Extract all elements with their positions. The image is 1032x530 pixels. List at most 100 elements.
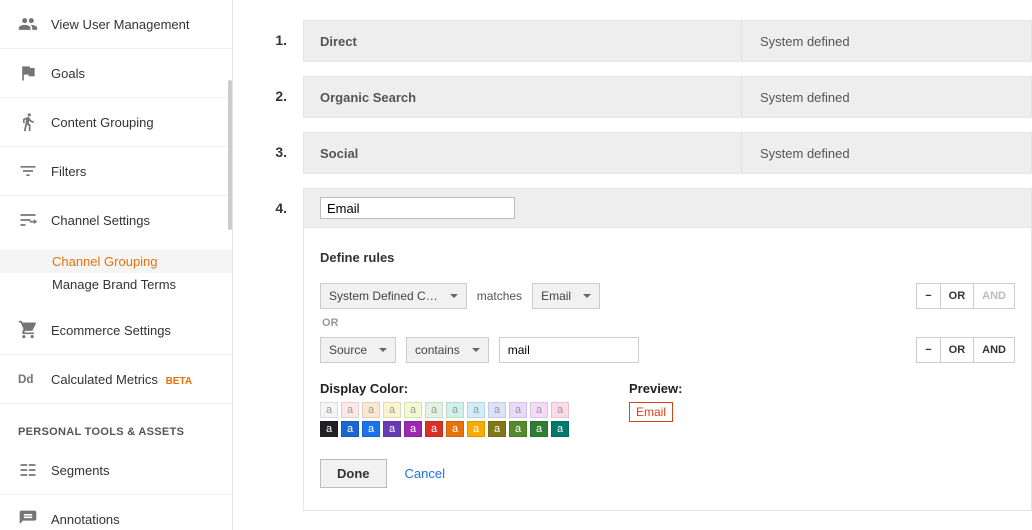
channel-bar[interactable]: Social System defined [303, 132, 1032, 174]
sidebar-scrollbar[interactable] [228, 80, 232, 230]
nav-annotations[interactable]: Annotations [0, 495, 232, 530]
nav-label: Channel Settings [51, 213, 214, 228]
cart-icon [18, 320, 38, 340]
color-swatch[interactable]: a [551, 421, 569, 437]
nav-filters[interactable]: Filters [0, 147, 232, 196]
rule2-match-dropdown[interactable]: contains [406, 337, 489, 363]
channel-row-3: 3. Social System defined [263, 132, 1032, 174]
color-swatch[interactable]: a [488, 402, 506, 418]
rule2-ops: − OR AND [916, 337, 1015, 363]
flag-icon [18, 63, 38, 83]
dd-label: contains [415, 343, 460, 357]
rule2-dimension-dropdown[interactable]: Source [320, 337, 396, 363]
nav-segments[interactable]: Segments [0, 446, 232, 495]
preview-block: Preview: Email [629, 381, 682, 437]
rule-line-2: Source contains − OR AND [320, 337, 1015, 363]
channel-name: Organic Search [304, 90, 741, 105]
nav-label: Ecommerce Settings [51, 323, 214, 338]
main-content: 1. Direct System defined 2. Organic Sear… [233, 0, 1032, 530]
color-swatch[interactable]: a [467, 421, 485, 437]
color-swatch[interactable]: a [362, 421, 380, 437]
channel-number: 2. [263, 76, 303, 118]
person-run-icon [18, 112, 38, 132]
nav-content-grouping[interactable]: Content Grouping [0, 98, 232, 147]
svg-text:Dd: Dd [18, 373, 34, 386]
color-swatch[interactable]: a [425, 402, 443, 418]
channel-bar [303, 188, 1032, 228]
display-color-label: Display Color: [320, 381, 569, 396]
channel-type: System defined [741, 133, 1031, 173]
segments-icon [18, 460, 38, 480]
rule1-value-dropdown[interactable]: Email [532, 283, 600, 309]
sidebar: View User Management Goals Content Group… [0, 0, 233, 530]
rule-or-button[interactable]: OR [941, 338, 975, 362]
filter-icon [18, 161, 38, 181]
nav-label: View User Management [51, 17, 214, 32]
color-swatch[interactable]: a [530, 402, 548, 418]
rule-or-button[interactable]: OR [941, 284, 975, 308]
color-swatch[interactable]: a [530, 421, 548, 437]
done-button[interactable]: Done [320, 459, 387, 488]
color-swatch[interactable]: a [551, 402, 569, 418]
color-swatch[interactable]: a [404, 402, 422, 418]
channel-row-4: 4. [263, 188, 1032, 228]
nav-label: Filters [51, 164, 214, 179]
channel-bar[interactable]: Organic Search System defined [303, 76, 1032, 118]
rule-line-1: System Defined C… matches Email − OR AND [320, 283, 1015, 309]
dd-icon: Dd [18, 369, 38, 389]
beta-badge: BETA [166, 376, 192, 387]
color-swatch[interactable]: a [509, 402, 527, 418]
preview-label: Preview: [629, 381, 682, 396]
rule-remove-button[interactable]: − [917, 284, 940, 308]
nav-label-text: Calculated Metrics [51, 372, 158, 387]
nav-label: Content Grouping [51, 115, 214, 130]
channel-type: System defined [741, 21, 1031, 61]
channel-editor: Define rules System Defined C… matches E… [303, 228, 1032, 511]
editor-heading: Define rules [320, 250, 1015, 265]
color-swatch[interactable]: a [446, 402, 464, 418]
color-swatch[interactable]: a [509, 421, 527, 437]
chevron-down-icon [450, 294, 458, 298]
rule2-value-input[interactable] [499, 337, 639, 363]
rule1-ops: − OR AND [916, 283, 1015, 309]
chevron-down-icon [379, 348, 387, 352]
nav-channel-settings[interactable]: Channel Settings [0, 196, 232, 244]
color-swatch[interactable]: a [362, 402, 380, 418]
nav-goals[interactable]: Goals [0, 49, 232, 98]
color-swatch[interactable]: a [383, 421, 401, 437]
preview-chip: Email [629, 402, 673, 422]
color-swatch[interactable]: a [341, 402, 359, 418]
swatch-grid: aaaaaaaaaaaa aaaaaaaaaaaa [320, 402, 569, 437]
color-swatch[interactable]: a [383, 402, 401, 418]
channel-settings-submenu: Channel Grouping Manage Brand Terms [0, 244, 232, 306]
rule-and-button: AND [974, 284, 1014, 308]
color-swatch[interactable]: a [320, 421, 338, 437]
rule-and-button[interactable]: AND [974, 338, 1014, 362]
channel-name-input[interactable] [320, 197, 515, 219]
subnav-manage-brand-terms[interactable]: Manage Brand Terms [0, 273, 232, 296]
subnav-channel-grouping[interactable]: Channel Grouping [0, 250, 232, 273]
channel-name: Direct [304, 34, 741, 49]
nav-calculated-metrics[interactable]: Dd Calculated Metrics BETA [0, 355, 232, 404]
channel-number: 1. [263, 20, 303, 62]
channel-row-2: 2. Organic Search System defined [263, 76, 1032, 118]
rule1-dimension-dropdown[interactable]: System Defined C… [320, 283, 467, 309]
channel-type: System defined [741, 77, 1031, 117]
swatch-row: aaaaaaaaaaaa [320, 402, 569, 418]
nav-view-user-management[interactable]: View User Management [0, 0, 232, 49]
color-swatch[interactable]: a [341, 421, 359, 437]
color-swatch[interactable]: a [404, 421, 422, 437]
color-swatch[interactable]: a [320, 402, 338, 418]
color-swatch[interactable]: a [467, 402, 485, 418]
rule-remove-button[interactable]: − [917, 338, 940, 362]
annotations-icon [18, 509, 38, 529]
display-section: Display Color: aaaaaaaaaaaa aaaaaaaaaaaa… [320, 381, 1015, 437]
color-swatch[interactable]: a [488, 421, 506, 437]
color-swatch[interactable]: a [425, 421, 443, 437]
editor-actions: Done Cancel [320, 459, 1015, 488]
cancel-button[interactable]: Cancel [405, 466, 445, 481]
color-swatch[interactable]: a [446, 421, 464, 437]
nav-ecommerce-settings[interactable]: Ecommerce Settings [0, 306, 232, 355]
rule1-match-label: matches [477, 289, 522, 303]
channel-bar[interactable]: Direct System defined [303, 20, 1032, 62]
